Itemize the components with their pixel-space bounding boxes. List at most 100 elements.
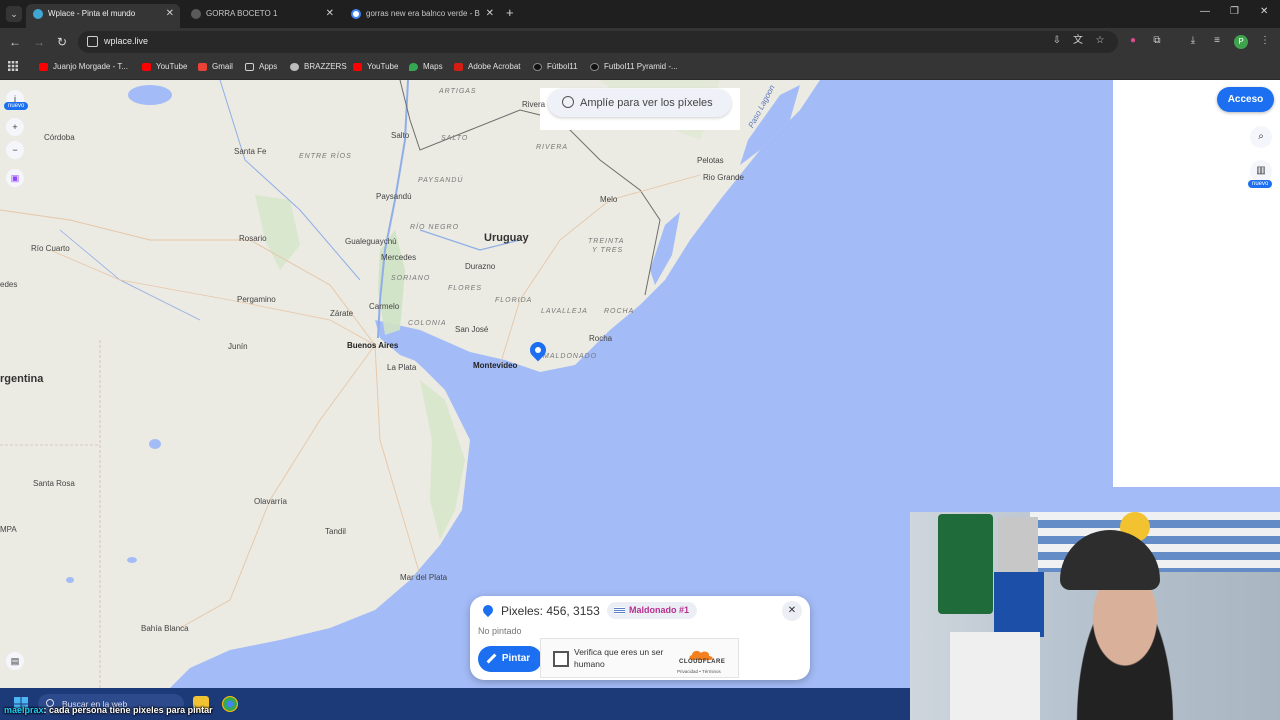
close-icon[interactable]: ✕	[486, 4, 494, 24]
bookmark-apps[interactable]: Apps	[245, 61, 277, 73]
city-label: Mercedes	[381, 253, 417, 262]
city-label: Junín	[228, 342, 248, 351]
install-app-icon[interactable]: ⇩	[1051, 35, 1063, 47]
site-info-icon[interactable]	[87, 36, 98, 47]
new-tab-button[interactable]: +	[506, 5, 514, 20]
city-label: Carmelo	[369, 302, 400, 311]
globe-icon	[191, 9, 201, 19]
tab-title: Wplace - Pinta el mundo	[48, 9, 136, 18]
bookmark-youtube[interactable]: YouTube	[142, 61, 187, 73]
close-icon[interactable]: ✕	[326, 4, 334, 24]
bookmark-maps[interactable]: Maps	[409, 61, 443, 73]
close-icon[interactable]: ✕	[166, 4, 174, 24]
bookmark-futbol11-pyramid[interactable]: Futbol11 Pyramid -...	[590, 61, 678, 73]
profile-avatar[interactable]: P	[1234, 35, 1248, 49]
leaderboard-icon[interactable]: ▥	[1250, 160, 1272, 182]
window-close-icon[interactable]: ✕	[1260, 6, 1268, 17]
bookmark-brazzers[interactable]: BRAZZERS	[290, 61, 347, 73]
city-label: Salto	[391, 131, 410, 140]
back-arrow-icon[interactable]: ←	[9, 34, 21, 50]
pixel-coordinates: Pixeles: 456, 3153	[501, 604, 600, 618]
region-label: ARTIGAS	[439, 88, 477, 95]
bookmark-gmail[interactable]: Gmail	[198, 61, 233, 73]
webcam-overlay	[910, 512, 1280, 720]
paint-button[interactable]: Pintar	[478, 646, 542, 672]
region-label: ENTRE RÍOS	[299, 153, 352, 160]
futbol11-icon	[590, 63, 599, 71]
region-label: MALDONADO	[543, 353, 598, 360]
minimize-icon[interactable]: —	[1200, 6, 1210, 17]
zoom-hint-banner[interactable]: Amplíe para ver los píxeles	[548, 89, 731, 117]
city-label: Gualeguaychú	[345, 237, 397, 246]
tab-gorras-search[interactable]: gorras new era balnco verde - B ✕	[344, 4, 500, 24]
region-label: ROCHA	[604, 308, 635, 315]
captcha-checkbox[interactable]	[553, 651, 569, 667]
city-label: San José	[455, 325, 489, 334]
city-label: Mar del Plata	[400, 573, 448, 582]
youtube-icon	[353, 63, 362, 71]
bookmark-acrobat[interactable]: Adobe Acrobat	[454, 61, 520, 73]
uruguay-flag-icon	[614, 607, 625, 614]
youtube-icon	[142, 63, 151, 71]
city-label: Durazno	[465, 262, 496, 271]
jersey-image	[994, 572, 1044, 637]
close-panel-button[interactable]: ✕	[782, 601, 802, 621]
tab-search-button[interactable]: ⌄	[6, 6, 22, 22]
bookmark-futbol11[interactable]: Fútbol11	[533, 61, 578, 73]
twitch-icon[interactable]: ▣	[6, 169, 24, 187]
bookmark-star-icon[interactable]: ☆	[1094, 35, 1106, 47]
chat-message: : cada persona tiene pixeles para pintar	[43, 705, 213, 715]
menu-kebab-icon[interactable]: ⋮	[1259, 35, 1271, 47]
new-badge: nuevo	[1248, 180, 1273, 188]
city-label: Pelotas	[697, 156, 724, 165]
region-label: TREINTA	[588, 238, 625, 245]
browser-toolbar: ← → ↻ wplace.live ⇩ 文 ☆ ● ⧉ ⤓ ≡ P ⋮	[0, 28, 1280, 56]
google-icon	[351, 9, 361, 19]
reload-icon[interactable]: ↻	[57, 34, 67, 50]
tab-strip: ⌄ Wplace - Pinta el mundo ✕ GORRA BOCETO…	[0, 0, 1280, 28]
translate-icon[interactable]: 文	[1072, 35, 1084, 47]
futbol11-icon	[533, 63, 542, 71]
city-label: Río Cuarto	[31, 244, 70, 253]
chat-username: maelprax	[4, 705, 44, 715]
bookmark-youtube-2[interactable]: YouTube	[353, 61, 398, 73]
search-location-icon[interactable]: ⌕	[1250, 126, 1272, 148]
map-layers-icon[interactable]: ▤	[6, 652, 24, 670]
forward-arrow-icon[interactable]: →	[33, 34, 45, 50]
chrome-icon[interactable]	[222, 696, 238, 712]
url-text: wplace.live	[104, 36, 149, 46]
cloudflare-captcha: Verifica que eres un ser humano CLOUDFLA…	[540, 638, 739, 678]
tab-wplace[interactable]: Wplace - Pinta el mundo ✕	[26, 4, 180, 28]
region-tag[interactable]: Maldonado #1	[607, 602, 698, 619]
stream-chat-overlay: maelprax: cada persona tiene pixeles par…	[4, 705, 213, 715]
login-button[interactable]: Acceso	[1217, 87, 1274, 112]
restore-icon[interactable]: ❐	[1230, 6, 1239, 17]
apps-grid-icon[interactable]	[8, 61, 18, 71]
city-label: Santa Fe	[234, 147, 267, 156]
region-label: FLORES	[448, 285, 483, 292]
zoom-out-button[interactable]: −	[6, 141, 24, 159]
bookmark-juanjo[interactable]: Juanjo Morgade - T...	[39, 61, 128, 73]
city-label: Rocha	[589, 334, 613, 343]
zoom-hint-text: Amplíe para ver los píxeles	[580, 97, 713, 109]
shelf-image	[950, 632, 1040, 720]
city-label: edes	[0, 280, 18, 289]
extensions-puzzle-icon[interactable]: ⧉	[1151, 35, 1163, 47]
downloads-icon[interactable]: ⤓	[1187, 35, 1199, 47]
city-label: La Plata	[387, 363, 417, 372]
cloudflare-brand: CLOUDFLARE	[679, 659, 726, 665]
extension-icon[interactable]: ●	[1127, 35, 1139, 47]
region-label: RIVERA	[536, 144, 569, 151]
tab-title: gorras new era balnco verde - B	[366, 9, 480, 18]
captcha-links[interactable]: Privacidad • Términos	[677, 669, 721, 674]
tab-gorra-boceto[interactable]: GORRA BOCETO 1 ✕	[184, 4, 340, 24]
region-label: SORIANO	[391, 275, 431, 282]
reading-list-icon[interactable]: ≡	[1211, 35, 1223, 47]
zoom-in-button[interactable]: +	[6, 118, 24, 136]
region-label: PAYSANDÚ	[418, 177, 464, 184]
country-label: Uruguay	[484, 232, 529, 244]
pixel-status: No pintado	[478, 626, 522, 636]
city-label: Olavarría	[254, 497, 287, 506]
region-label: LAVALLEJA	[541, 308, 588, 315]
address-bar[interactable]: wplace.live	[78, 31, 1118, 53]
